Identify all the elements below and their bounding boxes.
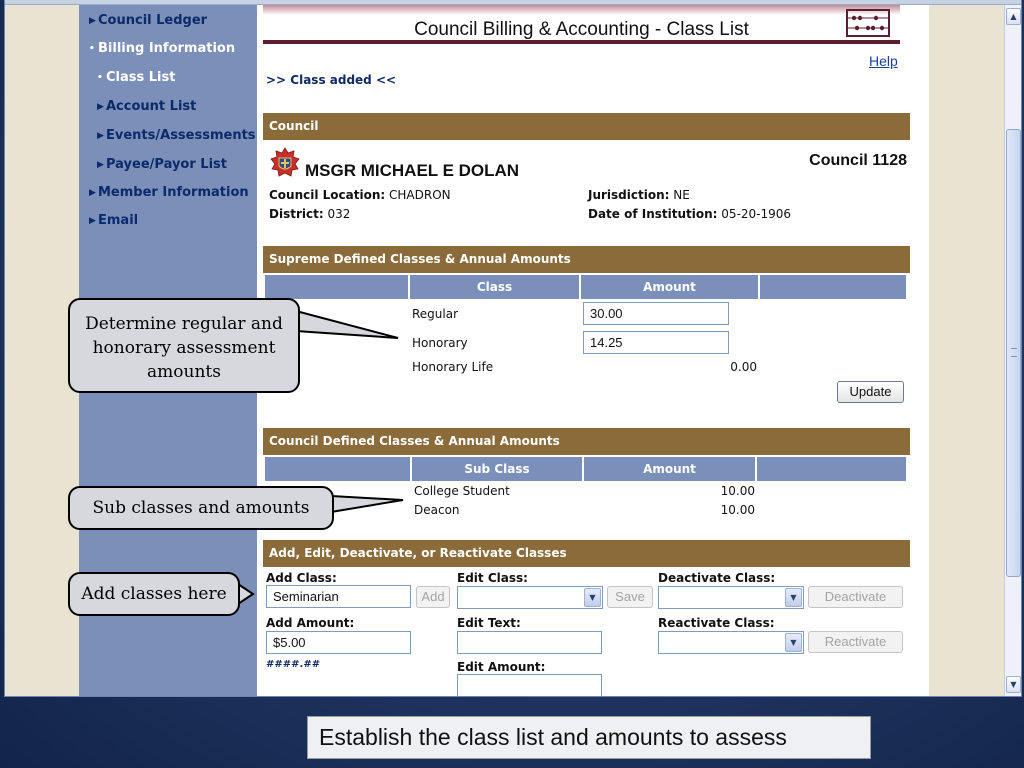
sidebar-item-events-assessments[interactable]: ▶ Events/Assessments — [97, 128, 256, 143]
supreme-class-honorary: Honorary — [412, 336, 468, 350]
update-button[interactable]: Update — [837, 381, 904, 403]
council-emblem-icon — [270, 147, 300, 177]
council-classes-header: Council Defined Classes & Annual Amounts — [263, 428, 910, 455]
add-classes-callout: Add classes here — [68, 572, 240, 616]
council-number: Council 1128 — [809, 152, 907, 169]
deactivate-class-label: Deactivate Class: — [658, 571, 776, 585]
edit-amount-label: Edit Amount: — [457, 660, 546, 674]
assessment-callout: Determine regular and honorary assessmen… — [68, 298, 300, 393]
save-button[interactable]: Save — [607, 586, 653, 608]
council-col-subclass: Sub Class — [412, 457, 584, 481]
sidebar-item-account-list[interactable]: ▶ Account List — [97, 99, 196, 114]
supreme-col-class: Class — [410, 275, 581, 299]
reactivate-button[interactable]: Reactivate — [808, 631, 903, 653]
deactivate-class-select[interactable]: ▼ — [658, 586, 804, 609]
edit-amount-input[interactable] — [457, 674, 602, 696]
regular-amount-input[interactable]: 30.00 — [583, 302, 729, 325]
chevron-down-icon: ▼ — [785, 588, 802, 607]
content-page: Council Billing & Accounting - Class Lis… — [257, 5, 929, 696]
subclasses-callout: Sub classes and amounts — [68, 486, 334, 530]
council-section-header: Council — [263, 113, 910, 140]
manage-classes-header: Add, Edit, Deactivate, or Reactivate Cla… — [263, 540, 910, 567]
amount-format-hint: ####.## — [266, 659, 321, 670]
council-location: Council Location: CHADRON — [269, 188, 451, 202]
triangle-right-icon: ▶ — [89, 216, 96, 226]
slide-caption: Establish the class list and amounts to … — [307, 716, 871, 759]
supreme-table-blank-header-2 — [760, 275, 906, 299]
banner-shade — [263, 5, 900, 15]
honorary-life-amount: 0.00 — [730, 360, 757, 374]
chevron-down-icon: ▼ — [785, 633, 802, 652]
vertical-scrollbar[interactable]: ▲ ▼ — [1004, 5, 1021, 696]
triangle-right-icon: ▶ — [97, 131, 104, 141]
grip-icon — [1011, 348, 1017, 357]
add-button[interactable]: Add — [416, 586, 450, 608]
scroll-down-icon[interactable]: ▼ — [1006, 676, 1021, 693]
bullet-icon: • — [89, 44, 95, 54]
bullet-icon: • — [97, 73, 103, 83]
sidebar-item-billing-information[interactable]: • Billing Information — [89, 41, 235, 56]
subclass-college-student-amount: 10.00 — [720, 484, 755, 498]
council-table-blank-header — [265, 457, 412, 481]
supreme-classes-header: Supreme Defined Classes & Annual Amounts — [263, 246, 910, 273]
reactivate-class-label: Reactivate Class: — [658, 616, 775, 630]
council-district: District: 032 — [269, 207, 351, 221]
triangle-right-icon: ▶ — [89, 188, 96, 198]
council-name: MSGR MICHAEL E DOLAN — [305, 161, 520, 180]
triangle-right-icon: ▶ — [97, 160, 104, 170]
sidebar-item-council-ledger[interactable]: ▶ Council Ledger — [89, 13, 207, 28]
add-amount-input[interactable]: $5.00 — [266, 631, 411, 654]
supreme-table-blank-header — [265, 275, 410, 299]
supreme-class-honorary-life: Honorary Life — [412, 360, 494, 374]
council-col-amount: Amount — [584, 457, 757, 481]
subclass-deacon: Deacon — [414, 503, 460, 517]
council-table-blank-header-2 — [757, 457, 906, 481]
add-class-input[interactable]: Seminarian — [266, 585, 411, 608]
scroll-up-icon[interactable]: ▲ — [1006, 8, 1021, 25]
sidebar-item-member-information[interactable]: ▶ Member Information — [89, 185, 249, 200]
sidebar-item-email[interactable]: ▶ Email — [89, 213, 138, 228]
edit-class-label: Edit Class: — [457, 571, 528, 585]
council-jurisdiction: Jurisdiction: NE — [588, 188, 690, 202]
help-link[interactable]: Help — [869, 53, 898, 69]
supreme-col-amount: Amount — [581, 275, 760, 299]
triangle-right-icon: ▶ — [89, 16, 96, 26]
abacus-icon — [846, 9, 890, 37]
page-banner: Council Billing & Accounting - Class Lis… — [263, 5, 900, 44]
sidebar-item-payee-payor-list[interactable]: ▶ Payee/Payor List — [97, 157, 227, 172]
edit-text-label: Edit Text: — [457, 616, 521, 630]
chevron-down-icon: ▼ — [584, 588, 601, 607]
reactivate-class-select[interactable]: ▼ — [658, 631, 804, 654]
subclass-deacon-amount: 10.00 — [720, 503, 755, 517]
sidebar-item-class-list[interactable]: • Class List — [97, 70, 175, 85]
page-title: Council Billing & Accounting - Class Lis… — [414, 19, 749, 40]
subclass-college-student: College Student — [414, 484, 510, 498]
edit-class-select[interactable]: ▼ — [457, 586, 603, 609]
triangle-right-icon: ▶ — [97, 102, 104, 112]
deactivate-button[interactable]: Deactivate — [808, 586, 903, 608]
scrollbar-thumb[interactable] — [1006, 129, 1021, 577]
add-amount-label: Add Amount: — [266, 616, 355, 630]
council-institution-date: Date of Institution: 05-20-1906 — [588, 207, 792, 221]
status-message: >> Class added << — [266, 73, 397, 87]
honorary-amount-input[interactable]: 14.25 — [583, 331, 729, 354]
edit-text-input[interactable] — [457, 631, 602, 654]
add-class-label: Add Class: — [266, 571, 337, 585]
supreme-class-regular: Regular — [412, 307, 459, 321]
